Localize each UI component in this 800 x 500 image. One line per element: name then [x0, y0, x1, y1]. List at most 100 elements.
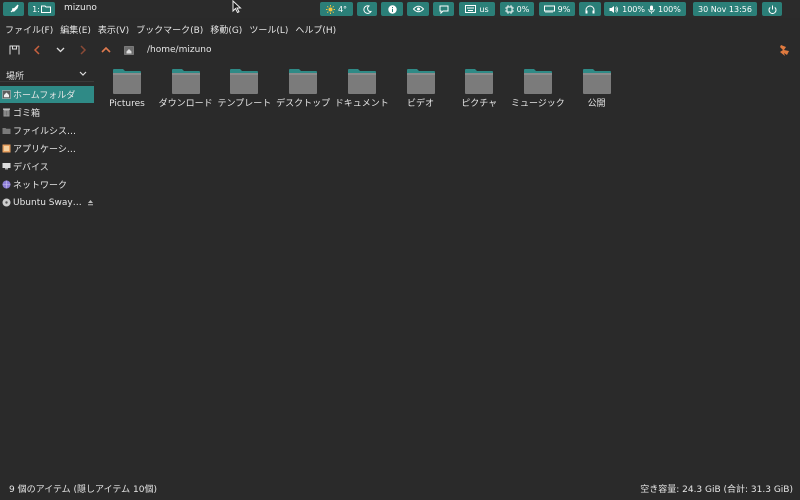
folder-name: ドキュメント	[334, 99, 389, 109]
folder-icon	[289, 69, 318, 94]
folder-name: 公開	[587, 99, 606, 109]
menu-file[interactable]: ファイル(F)	[5, 23, 53, 36]
home-folder-icon	[124, 45, 134, 55]
workspace-label: 1:	[32, 4, 40, 14]
forward-button[interactable]	[76, 43, 90, 57]
menu-help[interactable]: ヘルプ(H)	[295, 23, 336, 36]
folder-icon	[465, 69, 494, 94]
moon-icon	[362, 4, 372, 14]
mic-level: 100%	[658, 4, 681, 14]
weather-temp: 4°	[337, 4, 348, 14]
info-icon	[387, 4, 397, 14]
eye-icon	[412, 5, 424, 13]
mouse-cursor-icon	[232, 0, 242, 13]
menu-go[interactable]: 移動(G)	[210, 23, 242, 36]
sidebar-item-filesystem[interactable]: ファイルシス…	[0, 122, 94, 139]
sidebar-item-home[interactable]: ホームフォルダ	[0, 86, 94, 103]
parent-folder-button[interactable]	[99, 43, 113, 57]
places-sidebar: 場所 ホームフォルダ ゴミ箱 ファイルシス… アプリケーシ… デバイス ネットワ…	[0, 66, 94, 216]
status-free-space: 空き容量: 24.3 GiB (合計: 31.3 GiB)	[640, 485, 793, 495]
back-button[interactable]	[30, 43, 44, 57]
sidebar-item-ubuntu-sway[interactable]: Ubuntu Sway …	[0, 194, 94, 211]
audio-widget[interactable]: 100% 100%	[604, 2, 686, 16]
speaker-icon	[609, 5, 619, 13]
places-header[interactable]: 場所	[0, 66, 94, 82]
folder-item[interactable]: ミュージック	[510, 68, 566, 112]
folder-name: ミュージック	[510, 99, 565, 109]
throbber-button[interactable]	[778, 43, 792, 57]
sidebar-item-label: アプリケーシ…	[13, 145, 76, 155]
folder-item[interactable]: テンプレート	[216, 68, 272, 112]
window-title: mizuno	[64, 3, 97, 13]
cpu-usage: 0%	[516, 4, 530, 14]
folder-item[interactable]: ビデオ	[393, 68, 449, 112]
eject-icon[interactable]	[87, 199, 94, 206]
notifications-button[interactable]	[433, 2, 454, 16]
night-mode-button[interactable]	[357, 2, 377, 16]
weather-widget[interactable]: 4°	[320, 2, 353, 16]
folder-item[interactable]: デスクトップ	[275, 68, 331, 112]
sidebar-item-network[interactable]: ネットワーク	[0, 176, 94, 193]
sidebar-item-trash[interactable]: ゴミ箱	[0, 104, 94, 121]
volume-level: 100%	[622, 4, 645, 14]
info-button[interactable]	[381, 2, 403, 16]
folder-name: Pictures	[109, 99, 145, 109]
menu-tools[interactable]: ツール(L)	[249, 23, 288, 36]
clock-widget[interactable]: 30 Nov 13:56	[693, 2, 757, 16]
cpu-widget[interactable]: 0%	[500, 2, 534, 16]
power-icon	[768, 5, 776, 14]
folder-icon	[347, 69, 376, 94]
folder-item[interactable]: ピクチャ	[451, 68, 507, 112]
network-icon	[2, 180, 11, 189]
sidebar-item-label: ホームフォルダ	[13, 91, 76, 101]
rocket-icon	[10, 4, 19, 13]
menu-view[interactable]: 表示(V)	[98, 23, 129, 36]
history-button[interactable]	[53, 43, 67, 57]
home-icon	[2, 90, 11, 99]
bluetooth-widget[interactable]	[579, 2, 601, 16]
headphones-icon	[585, 5, 595, 13]
launcher-button[interactable]	[3, 2, 24, 16]
folder-name: ピクチャ	[461, 99, 498, 109]
new-tab-icon	[9, 45, 19, 55]
menu-bookmarks[interactable]: ブックマーク(B)	[136, 23, 203, 36]
new-tab-button[interactable]	[7, 43, 21, 57]
power-button[interactable]	[762, 2, 782, 16]
memory-widget[interactable]: 9%	[539, 2, 575, 16]
cpu-icon	[504, 4, 514, 14]
chevron-up-icon	[101, 46, 111, 53]
location-icon-button[interactable]	[122, 43, 136, 57]
folder-name: テンプレート	[217, 99, 272, 109]
sidebar-item-applications[interactable]: アプリケーシ…	[0, 140, 94, 157]
disc-icon	[2, 198, 11, 207]
app-logo-icon	[780, 45, 789, 56]
applications-icon	[2, 144, 11, 153]
trash-icon	[2, 108, 11, 117]
sidebar-item-label: ファイルシス…	[13, 127, 77, 137]
folder-item[interactable]: 公開	[569, 68, 625, 112]
keyboard-icon	[465, 5, 477, 13]
chevron-down-icon	[56, 47, 64, 53]
places-header-label: 場所	[6, 72, 25, 82]
folder-item[interactable]: ドキュメント	[334, 68, 390, 112]
keyboard-layout-widget[interactable]: us	[459, 2, 495, 16]
folder-icon	[582, 69, 611, 94]
folder-icon	[523, 69, 552, 94]
status-item-count: 9 個のアイテム (隠しアイテム 10個)	[9, 485, 157, 495]
workspace-button[interactable]: 1:	[28, 2, 55, 16]
toolbar	[0, 40, 800, 60]
folder-name: デスクトップ	[276, 99, 331, 109]
sidebar-item-devices[interactable]: デバイス	[0, 158, 94, 175]
sidebar-item-label: デバイス	[13, 163, 49, 173]
folder-item[interactable]: ダウンロード	[158, 68, 214, 112]
memory-icon	[543, 5, 555, 13]
folder-icon	[171, 69, 200, 94]
sun-icon	[325, 4, 335, 14]
location-path[interactable]: /home/mizuno	[147, 45, 212, 55]
top-panel: 1: mizuno 4° us 0% 9% 100% 100% 30 Nov 1	[0, 0, 800, 18]
idle-inhibitor-button[interactable]	[407, 2, 429, 16]
folder-icon	[113, 69, 141, 94]
drive-icon	[2, 126, 11, 135]
folder-item[interactable]: Pictures	[99, 68, 155, 112]
menu-edit[interactable]: 編集(E)	[60, 23, 91, 36]
